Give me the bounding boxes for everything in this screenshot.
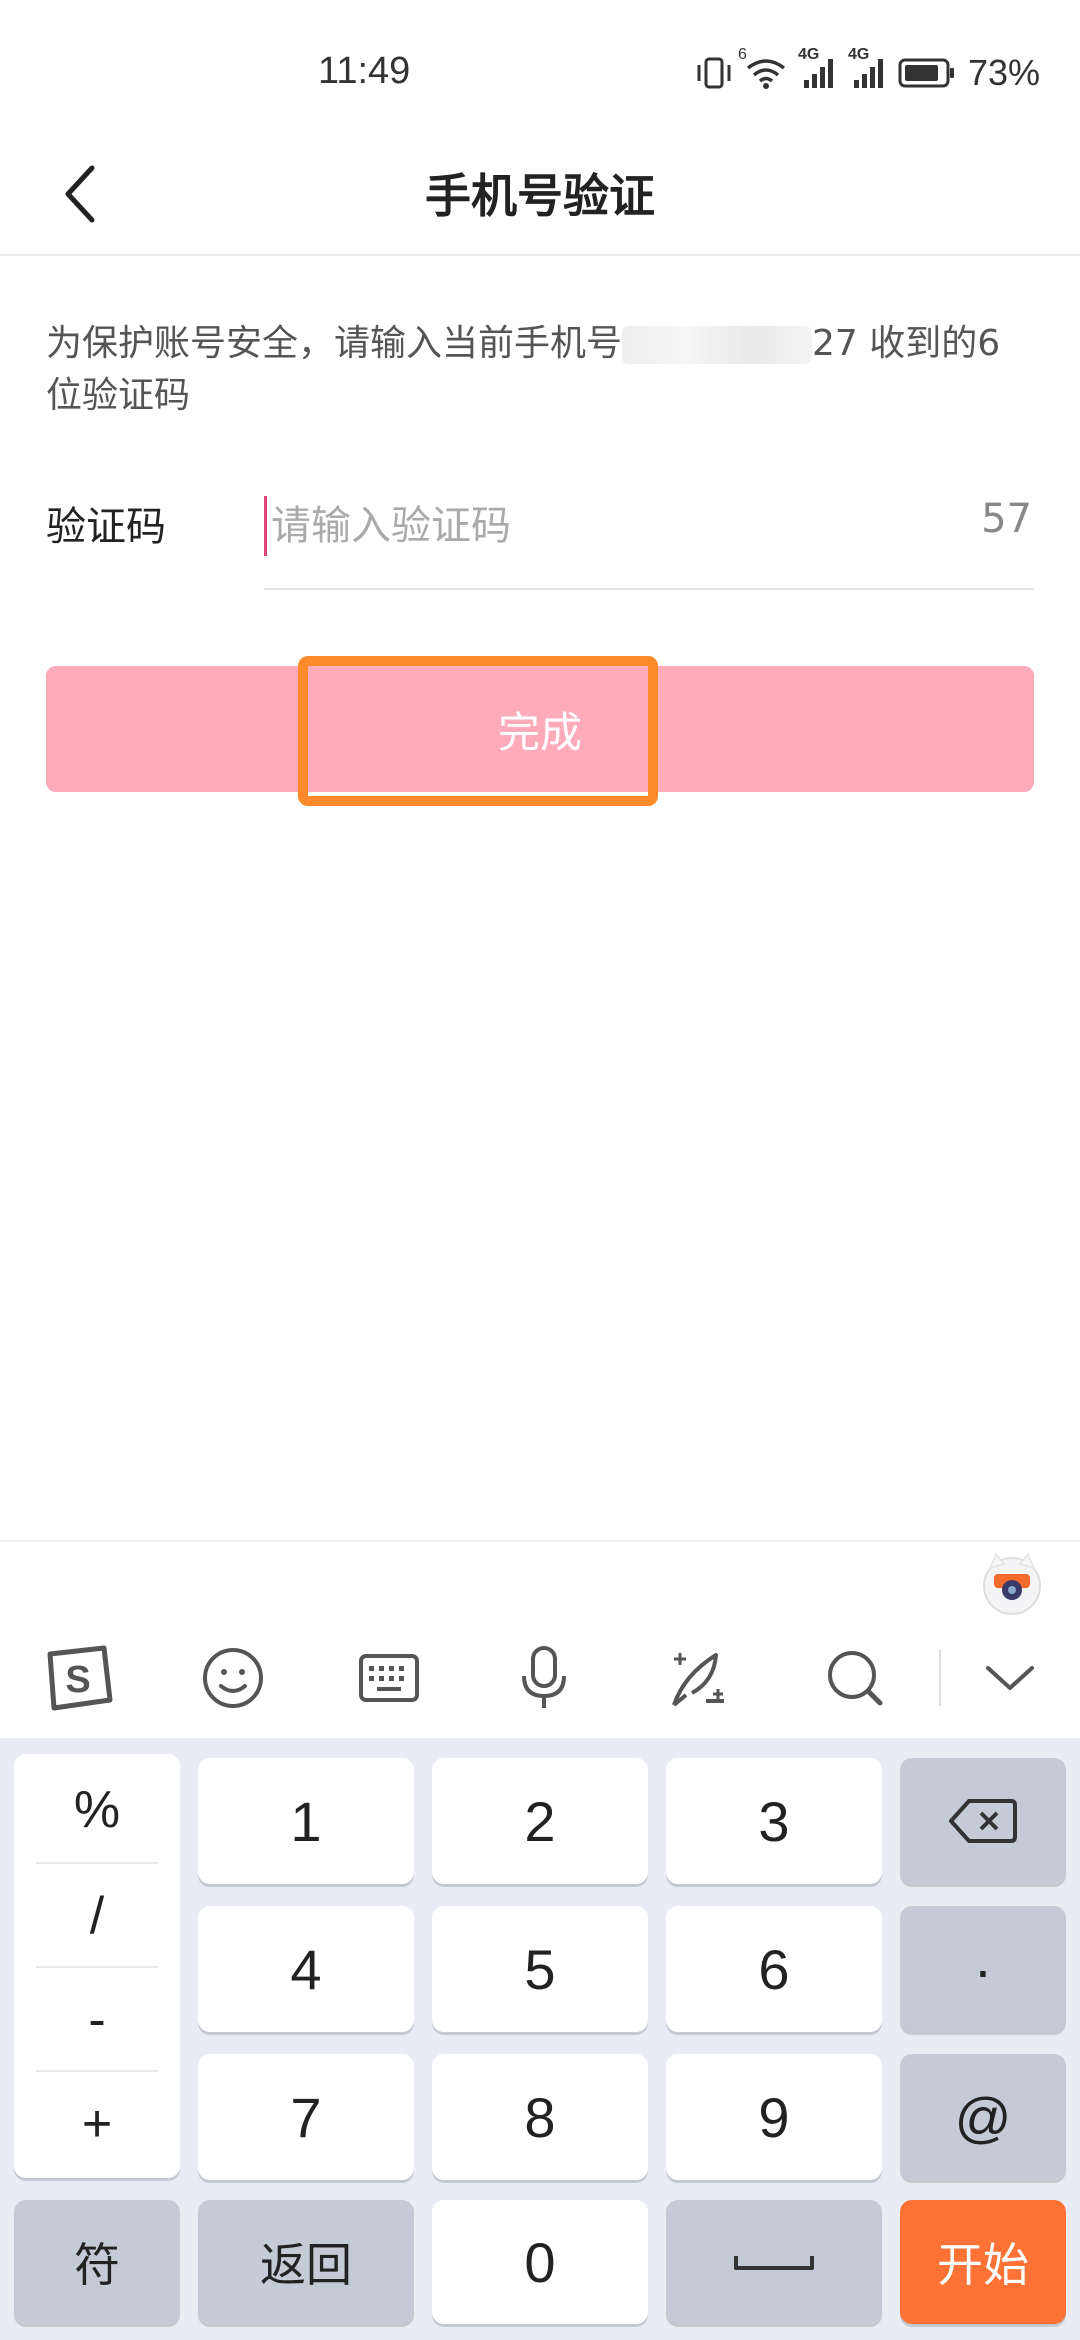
keyboard-icon xyxy=(358,1654,419,1702)
verification-description: 为保护账号安全，请输入当前手机号 27 收到的6位验证码 xyxy=(46,318,1036,422)
start-key[interactable]: 开始 xyxy=(900,2200,1066,2324)
key-7[interactable]: 7 xyxy=(198,2054,414,2180)
key-at[interactable]: @ xyxy=(900,2054,1066,2180)
key-dot[interactable]: · xyxy=(900,1906,1066,2032)
ime-toolbar: S xyxy=(0,1620,1080,1736)
network-type-2: 4G xyxy=(847,46,870,63)
keyboard-divider xyxy=(0,1540,1080,1542)
voice-input-button[interactable] xyxy=(466,1620,621,1736)
status-time: 11:49 xyxy=(318,50,411,92)
key-2[interactable]: 2 xyxy=(432,1758,648,1884)
numeric-keyboard: % / - + 1 2 3 4 5 6 · 7 8 9 @ 符 返回 0 开始 xyxy=(0,1738,1080,2340)
battery-icon xyxy=(898,56,956,90)
key-4[interactable]: 4 xyxy=(198,1906,414,2032)
key-minus[interactable]: - xyxy=(36,1968,158,2071)
network-type-1: 4G xyxy=(797,46,820,63)
signal-1: 4G xyxy=(798,46,838,90)
vibrate-icon xyxy=(694,56,734,90)
masked-phone-number xyxy=(622,326,813,364)
ime-mascot-icon[interactable] xyxy=(980,1546,1044,1618)
handwriting-button[interactable] xyxy=(622,1620,777,1736)
backspace-icon xyxy=(949,1799,1017,1843)
done-button[interactable]: 完成 xyxy=(46,666,1034,792)
signal-2: 4G xyxy=(848,46,888,90)
wifi-tag: 6 xyxy=(737,46,747,63)
space-icon xyxy=(734,2256,814,2270)
search-button[interactable] xyxy=(777,1620,932,1736)
key-3[interactable]: 3 xyxy=(666,1758,882,1884)
space-key[interactable] xyxy=(666,2200,882,2324)
svg-text:S: S xyxy=(65,1659,90,1701)
key-0[interactable]: 0 xyxy=(432,2200,648,2324)
description-prefix: 为保护账号安全，请输入当前手机号 xyxy=(46,323,623,364)
code-label: 验证码 xyxy=(46,504,166,550)
key-percent[interactable]: % xyxy=(36,1758,158,1861)
keyboard-switch-button[interactable] xyxy=(311,1620,466,1736)
code-input[interactable] xyxy=(264,496,884,556)
key-8[interactable]: 8 xyxy=(432,2054,648,2180)
wifi-icon: 6 xyxy=(738,46,788,90)
emoji-icon xyxy=(203,1648,264,1708)
code-row: 验证码 57 xyxy=(46,470,1036,590)
sogou-logo-icon: S xyxy=(47,1645,113,1711)
key-5[interactable]: 5 xyxy=(432,1906,648,2032)
return-key[interactable]: 返回 xyxy=(198,2200,414,2324)
microphone-icon xyxy=(521,1646,566,1708)
resend-countdown: 57 xyxy=(981,496,1032,542)
key-plus[interactable]: + xyxy=(36,2072,158,2175)
emoji-button[interactable] xyxy=(155,1620,310,1736)
code-input-wrapper: 57 xyxy=(264,470,1034,590)
collapse-keyboard-button[interactable] xyxy=(941,1620,1080,1736)
key-6[interactable]: 6 xyxy=(666,1906,882,2032)
done-button-label: 完成 xyxy=(497,707,582,757)
battery-percentage: 73% xyxy=(967,52,1040,93)
search-icon xyxy=(827,1651,883,1706)
status-bar: 11:49 6 4G 4G 73% xyxy=(0,0,1080,150)
sogou-logo-button[interactable]: S xyxy=(0,1620,155,1736)
symbol-column: % / - + xyxy=(14,1754,180,2178)
key-1[interactable]: 1 xyxy=(198,1758,414,1884)
symbols-key[interactable]: 符 xyxy=(14,2200,180,2324)
navigation-header: 手机号验证 xyxy=(0,130,1080,256)
key-slash[interactable]: / xyxy=(36,1864,158,1967)
chevron-down-icon xyxy=(986,1666,1035,1690)
key-9[interactable]: 9 xyxy=(666,2054,882,2180)
page-title: 手机号验证 xyxy=(425,169,655,223)
backspace-key[interactable] xyxy=(900,1758,1066,1884)
handwriting-icon xyxy=(672,1653,725,1707)
status-icons: 6 4G 4G 73% xyxy=(694,46,1040,94)
